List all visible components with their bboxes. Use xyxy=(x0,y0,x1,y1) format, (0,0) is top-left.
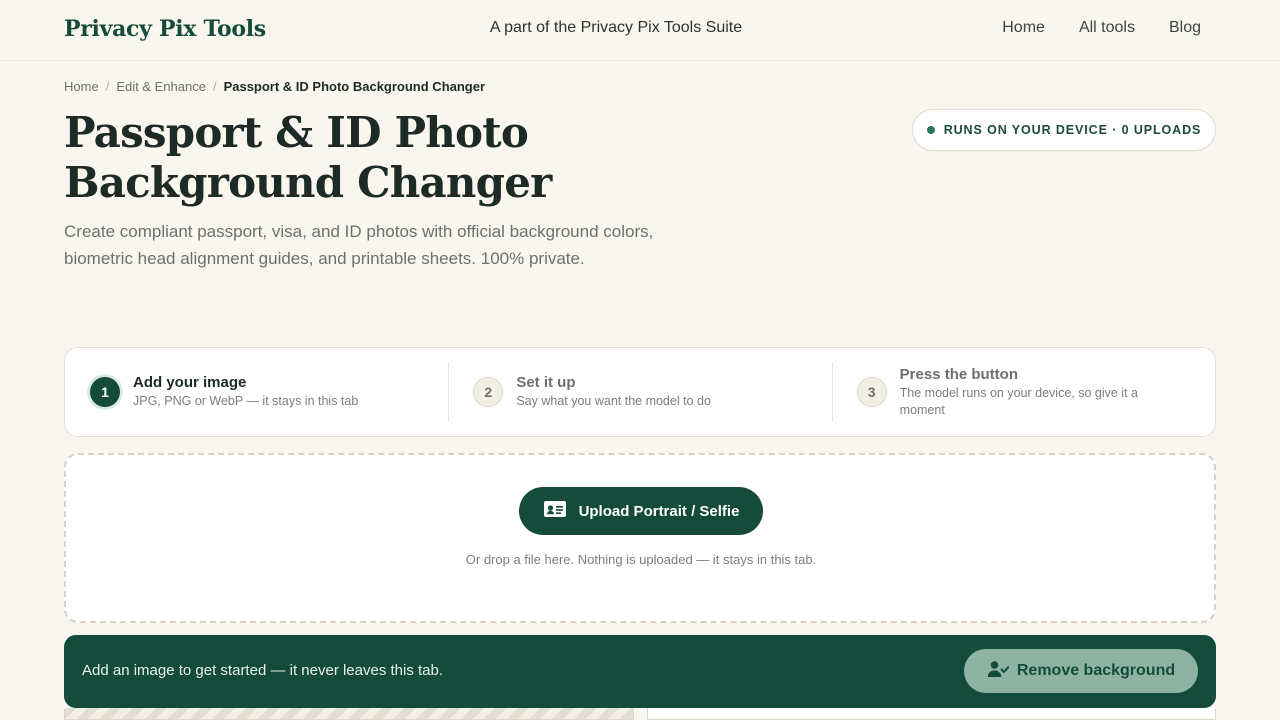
remove-background-label: Remove background xyxy=(1016,662,1176,679)
step-1: 1 Add your image JPG, PNG or WebP — it s… xyxy=(65,348,448,436)
page-title: Passport & ID Photo Background Changer xyxy=(64,108,552,207)
nav-home-link[interactable]: Home xyxy=(1002,19,1045,37)
breadcrumb-separator: / xyxy=(105,79,110,94)
step-2: 2 Set it up Say what you want the model … xyxy=(448,348,831,436)
breadcrumb: Home / Edit & Enhance / Passport & ID Ph… xyxy=(64,79,485,94)
status-dot-icon xyxy=(926,126,935,134)
remove-background-button[interactable]: Remove background xyxy=(964,649,1198,693)
action-bar: Add an image to get started — it never l… xyxy=(64,635,1216,708)
steps-indicator: 1 Add your image JPG, PNG or WebP — it s… xyxy=(64,347,1216,437)
dropzone-hint: Or drop a file here. Nothing is uploaded… xyxy=(465,552,817,567)
action-bar-message: Add an image to get started — it never l… xyxy=(82,662,444,679)
step-1-desc: JPG, PNG or WebP — it stays in this tab xyxy=(133,394,359,408)
breadcrumb-current: Passport & ID Photo Background Changer xyxy=(223,79,486,94)
page-subtitle: Create compliant passport, visa, and ID … xyxy=(64,222,654,268)
nav-blog-link[interactable]: Blog xyxy=(1169,19,1201,37)
privacy-status-text: RUNS ON YOUR DEVICE · 0 UPLOADS xyxy=(943,123,1202,137)
upload-portrait-button[interactable]: Upload Portrait / Selfie xyxy=(519,487,763,535)
nav-all-tools-link[interactable]: All tools xyxy=(1079,19,1135,37)
top-navbar: Privacy Pix Tools A part of the Privacy … xyxy=(0,0,1280,61)
id-card-icon xyxy=(543,500,567,522)
breadcrumb-home[interactable]: Home xyxy=(64,79,99,94)
step-1-number: 1 xyxy=(90,377,120,407)
step-3-number: 3 xyxy=(856,377,887,407)
step-2-title: Set it up xyxy=(516,374,576,391)
result-preview-panel xyxy=(647,708,1216,720)
privacy-status-badge: RUNS ON YOUR DEVICE · 0 UPLOADS xyxy=(912,109,1216,151)
step-3-desc: The model runs on your device, so give i… xyxy=(899,385,1138,417)
step-2-number: 2 xyxy=(473,377,504,407)
upload-button-label: Upload Portrait / Selfie xyxy=(578,502,740,520)
step-2-desc: Say what you want the model to do xyxy=(516,394,711,408)
step-3-title: Press the button xyxy=(899,365,1019,383)
file-dropzone[interactable]: Upload Portrait / Selfie Or drop a file … xyxy=(64,453,1216,623)
main-nav: Home All tools Blog xyxy=(1002,19,1201,37)
breadcrumb-edit-enhance[interactable]: Edit & Enhance xyxy=(116,79,206,94)
step-3: 3 Press the button The model runs on you… xyxy=(831,348,1215,436)
breadcrumb-separator: / xyxy=(212,79,217,94)
user-check-icon xyxy=(987,660,1010,683)
step-1-title: Add your image xyxy=(133,374,247,391)
original-preview-panel xyxy=(64,708,634,720)
